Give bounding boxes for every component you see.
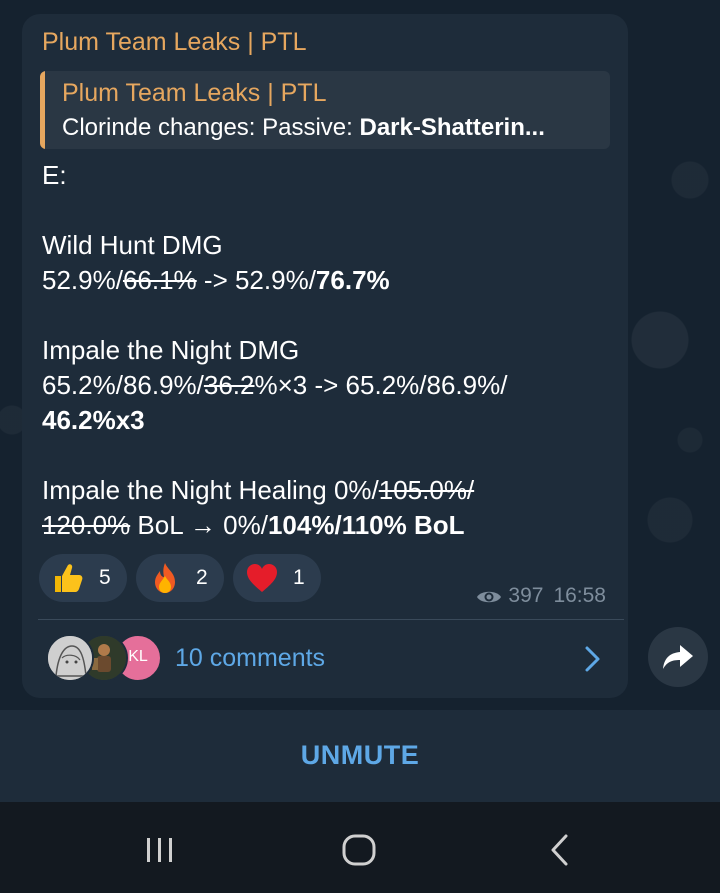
impale-a: 65.2%/86.9%/: [42, 370, 204, 400]
view-count: 397: [508, 584, 544, 607]
heal-line-2: 120.0% BoL → 0%/104%/110% BoL: [42, 508, 602, 543]
heal-label-a: Impale the Night Healing 0%/: [42, 475, 379, 505]
wild-hunt-values: 52.9%/66.1% -> 52.9%/76.7%: [42, 263, 602, 298]
sender-name[interactable]: Plum Team Leaks | PTL: [42, 28, 306, 57]
heal-b: BoL → 0%/: [130, 510, 268, 540]
reaction-count: 5: [99, 566, 111, 589]
unmute-button[interactable]: UNMUTE: [0, 740, 720, 771]
reply-preview[interactable]: Plum Team Leaks | PTL Clorinde changes: …: [40, 71, 610, 149]
e-heading: E:: [42, 160, 67, 190]
share-arrow-icon: [663, 645, 693, 669]
impale-old: 36.2: [203, 370, 255, 400]
fire-icon: [155, 563, 175, 593]
heart-icon: [247, 564, 277, 592]
heal-line-1: Impale the Night Healing 0%/105.0%/: [42, 473, 602, 508]
message-bubble[interactable]: Plum Team Leaks | PTL Plum Team Leaks | …: [22, 14, 628, 698]
home-icon[interactable]: [340, 832, 378, 868]
impale-b: %×3 -> 65.2%/86.9%/: [254, 370, 508, 400]
reaction-count: 2: [196, 566, 208, 589]
recent-apps-icon[interactable]: [142, 832, 178, 868]
reaction-thumbs-up[interactable]: 5: [39, 554, 127, 602]
impale-new: 46.2%x3: [42, 405, 145, 435]
timestamp: 16:58: [553, 584, 606, 607]
back-icon[interactable]: [546, 832, 576, 868]
heal-old-2: 120.0%: [42, 510, 131, 540]
wild-hunt-a: 52.9%/: [42, 265, 123, 295]
system-navbar: [0, 802, 720, 893]
sketch-avatar-icon: [48, 636, 92, 680]
heal-old-1: 105.0%/: [378, 475, 475, 505]
reply-text-prefix: Clorinde changes: Passive:: [62, 114, 360, 141]
wild-hunt-new: 76.7%: [315, 265, 390, 295]
impale-values: 65.2%/86.9%/36.2%×3 -> 65.2%/86.9%/: [42, 368, 602, 403]
impale-label: Impale the Night DMG: [42, 335, 300, 365]
chevron-right-icon[interactable]: [582, 644, 604, 674]
reaction-heart[interactable]: 1: [233, 554, 321, 602]
reply-text-bold: Dark-Shatterin...: [359, 114, 545, 141]
comments-link[interactable]: 10 comments: [175, 644, 325, 673]
bottom-bar: UNMUTE: [0, 710, 720, 802]
message-meta: 397 16:58: [476, 584, 606, 608]
heal-new: 104%/110% BoL: [267, 510, 465, 540]
reaction-count: 1: [293, 566, 305, 589]
wild-hunt-label: Wild Hunt DMG: [42, 230, 223, 260]
eye-icon: [477, 591, 502, 603]
reaction-fire[interactable]: 2: [136, 554, 224, 602]
thumbs-up-icon: [55, 564, 83, 592]
share-button[interactable]: [648, 627, 708, 687]
reply-text: Clorinde changes: Passive: Dark-Shatteri…: [62, 114, 545, 142]
wild-hunt-old: 66.1%: [122, 265, 197, 295]
reply-accent-bar: [40, 71, 45, 149]
avatar: [46, 634, 94, 682]
divider: [38, 619, 624, 620]
wild-hunt-b: -> 52.9%/: [196, 265, 316, 295]
reply-title: Plum Team Leaks | PTL: [62, 79, 327, 107]
